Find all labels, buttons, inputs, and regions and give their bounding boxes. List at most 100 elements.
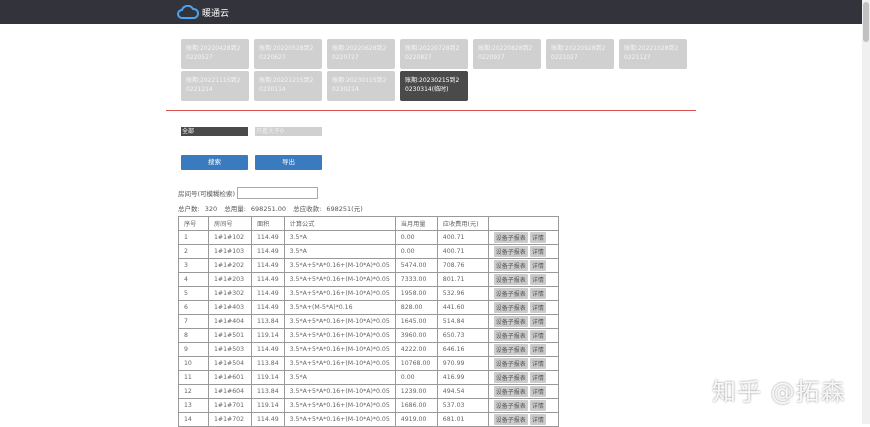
area-cell: 114.49 [251, 230, 285, 245]
receivable-cell: 416.99 [436, 370, 489, 385]
receivable-cell: 970.99 [436, 356, 489, 371]
monthly-usage-cell: 1958.00 [394, 286, 438, 301]
detail-button[interactable]: 详情 [529, 288, 546, 299]
period-button[interactable]: 账期:20220428到20220527 [181, 39, 249, 69]
device-report-button[interactable]: 设备子报表 [493, 344, 528, 355]
device-report-button[interactable]: 设备子报表 [493, 260, 528, 271]
receivable-cell: 537.03 [436, 398, 489, 413]
period-button[interactable]: 账期:20221215到20230114 [254, 71, 322, 101]
device-report-button[interactable]: 设备子报表 [493, 246, 528, 257]
receivable-cell: 400.71 [436, 244, 489, 259]
divider [166, 110, 696, 111]
receivable-cell: 441.60 [436, 300, 489, 315]
scrollbar-thumb[interactable] [863, 2, 869, 42]
period-button[interactable]: 账期:20230215到20230314(临时) [400, 71, 468, 101]
period-button[interactable]: 账期:20221115到20221214 [181, 71, 249, 101]
scrollbar[interactable] [862, 0, 870, 424]
room-number-cell: 1#1#501 [208, 328, 252, 343]
detail-button[interactable]: 详情 [529, 400, 546, 411]
period-button[interactable]: 账期:20221028到20221127 [619, 39, 687, 69]
detail-button[interactable]: 详情 [529, 358, 546, 369]
room-number-cell: 1#1#701 [208, 398, 252, 413]
detail-button[interactable]: 详情 [529, 316, 546, 327]
actions-cell: 设备子报表 详情 [487, 412, 559, 427]
table-row: 10 1#1#504 113.84 3.5*A+5*A*0.16+(M-10*A)*0… [178, 356, 559, 371]
table-row: 4 1#1#203 114.49 3.5*A+5*A*0.16+(M-10*A)*0.… [178, 272, 559, 287]
period-button[interactable]: 账期:20220928到20221027 [546, 39, 614, 69]
actions-cell: 设备子报表 详情 [487, 328, 559, 343]
app-logo[interactable]: 暖通云 [177, 5, 229, 19]
device-report-button[interactable]: 设备子报表 [493, 288, 528, 299]
monthly-usage-cell: 1645.00 [394, 314, 438, 329]
detail-button[interactable]: 详情 [529, 274, 546, 285]
detail-button[interactable]: 详情 [529, 372, 546, 383]
room-number-cell: 1#1#503 [208, 342, 252, 357]
detail-button[interactable]: 详情 [529, 330, 546, 341]
device-report-button[interactable]: 设备子报表 [493, 232, 528, 243]
receivable-label: 总应收款: [293, 205, 322, 213]
formula-cell: 3.5*A+5*A*0.16+(M-10*A)*0.05 [283, 412, 396, 427]
condition-select[interactable]: 只看大于0 [255, 127, 322, 136]
period-button[interactable]: 账期:20230115到20230214 [327, 71, 395, 101]
receivable-cell: 646.16 [436, 342, 489, 357]
area-cell: 114.49 [251, 258, 285, 273]
device-report-button[interactable]: 设备子报表 [493, 358, 528, 369]
period-button[interactable]: 账期:20220828到20220927 [473, 39, 541, 69]
table-row: 12 1#1#604 113.84 3.5*A+5*A*0.16+(M-10*A)*0… [178, 384, 559, 399]
actions-cell: 设备子报表 详情 [487, 272, 559, 287]
area-cell: 114.49 [251, 272, 285, 287]
search-button[interactable]: 搜索 [181, 155, 248, 170]
export-button[interactable]: 导出 [255, 155, 322, 170]
room-search-input[interactable] [237, 187, 319, 199]
actions-cell: 设备子报表 详情 [487, 356, 559, 371]
area-cell: 113.84 [251, 384, 285, 399]
detail-button[interactable]: 详情 [529, 344, 546, 355]
device-report-button[interactable]: 设备子报表 [493, 372, 528, 383]
column-header: 计算公式 [283, 216, 396, 231]
area-cell: 119.14 [251, 370, 285, 385]
detail-button[interactable]: 详情 [529, 302, 546, 313]
households-value: 320 [204, 205, 218, 213]
monthly-usage-cell: 5474.00 [394, 258, 438, 273]
room-number-cell: 1#1#102 [208, 230, 252, 245]
device-report-button[interactable]: 设备子报表 [493, 400, 528, 411]
usage-value: 698251.00 [250, 205, 287, 213]
monthly-usage-cell: 828.00 [394, 300, 438, 315]
scope-select[interactable]: 全部 [181, 127, 248, 136]
detail-button[interactable]: 详情 [529, 246, 546, 257]
device-report-button[interactable]: 设备子报表 [493, 316, 528, 327]
formula-cell: 3.5*A [283, 244, 396, 259]
device-report-button[interactable]: 设备子报表 [493, 330, 528, 341]
actions-cell: 设备子报表 详情 [487, 286, 559, 301]
detail-button[interactable]: 详情 [529, 414, 546, 425]
row-index-cell: 13 [178, 398, 209, 413]
actions-cell: 设备子报表 详情 [487, 384, 559, 399]
period-button[interactable]: 账期:20220528到20220627 [254, 39, 322, 69]
monthly-usage-cell: 3960.00 [394, 328, 438, 343]
formula-cell: 3.5*A+(M-5*A)*0.16 [283, 300, 396, 315]
cloud-icon [177, 5, 199, 19]
detail-button[interactable]: 详情 [529, 386, 546, 397]
column-header: 面积 [251, 216, 285, 231]
table-row: 3 1#1#202 114.49 3.5*A+5*A*0.16+(M-10*A)*0.… [178, 258, 559, 273]
row-index-cell: 1 [178, 230, 209, 245]
device-report-button[interactable]: 设备子报表 [493, 302, 528, 313]
row-index-cell: 8 [178, 328, 209, 343]
device-report-button[interactable]: 设备子报表 [493, 386, 528, 397]
period-button[interactable]: 账期:20220728到20220827 [400, 39, 468, 69]
table-row: 7 1#1#404 113.84 3.5*A+5*A*0.16+(M-10*A)*0.… [178, 314, 559, 329]
room-number-cell: 1#1#601 [208, 370, 252, 385]
area-cell: 113.84 [251, 356, 285, 371]
receivable-cell: 681.01 [436, 412, 489, 427]
detail-button[interactable]: 详情 [529, 260, 546, 271]
actions-cell: 设备子报表 详情 [487, 258, 559, 273]
room-number-cell: 1#1#202 [208, 258, 252, 273]
device-report-button[interactable]: 设备子报表 [493, 414, 528, 425]
room-number-cell: 1#1#403 [208, 300, 252, 315]
actions-cell: 设备子报表 详情 [487, 314, 559, 329]
device-report-button[interactable]: 设备子报表 [493, 274, 528, 285]
detail-button[interactable]: 详情 [529, 232, 546, 243]
period-button[interactable]: 账期:20220628到20220727 [327, 39, 395, 69]
households-label: 总户数: [178, 205, 200, 213]
monthly-usage-cell: 7333.00 [394, 272, 438, 287]
